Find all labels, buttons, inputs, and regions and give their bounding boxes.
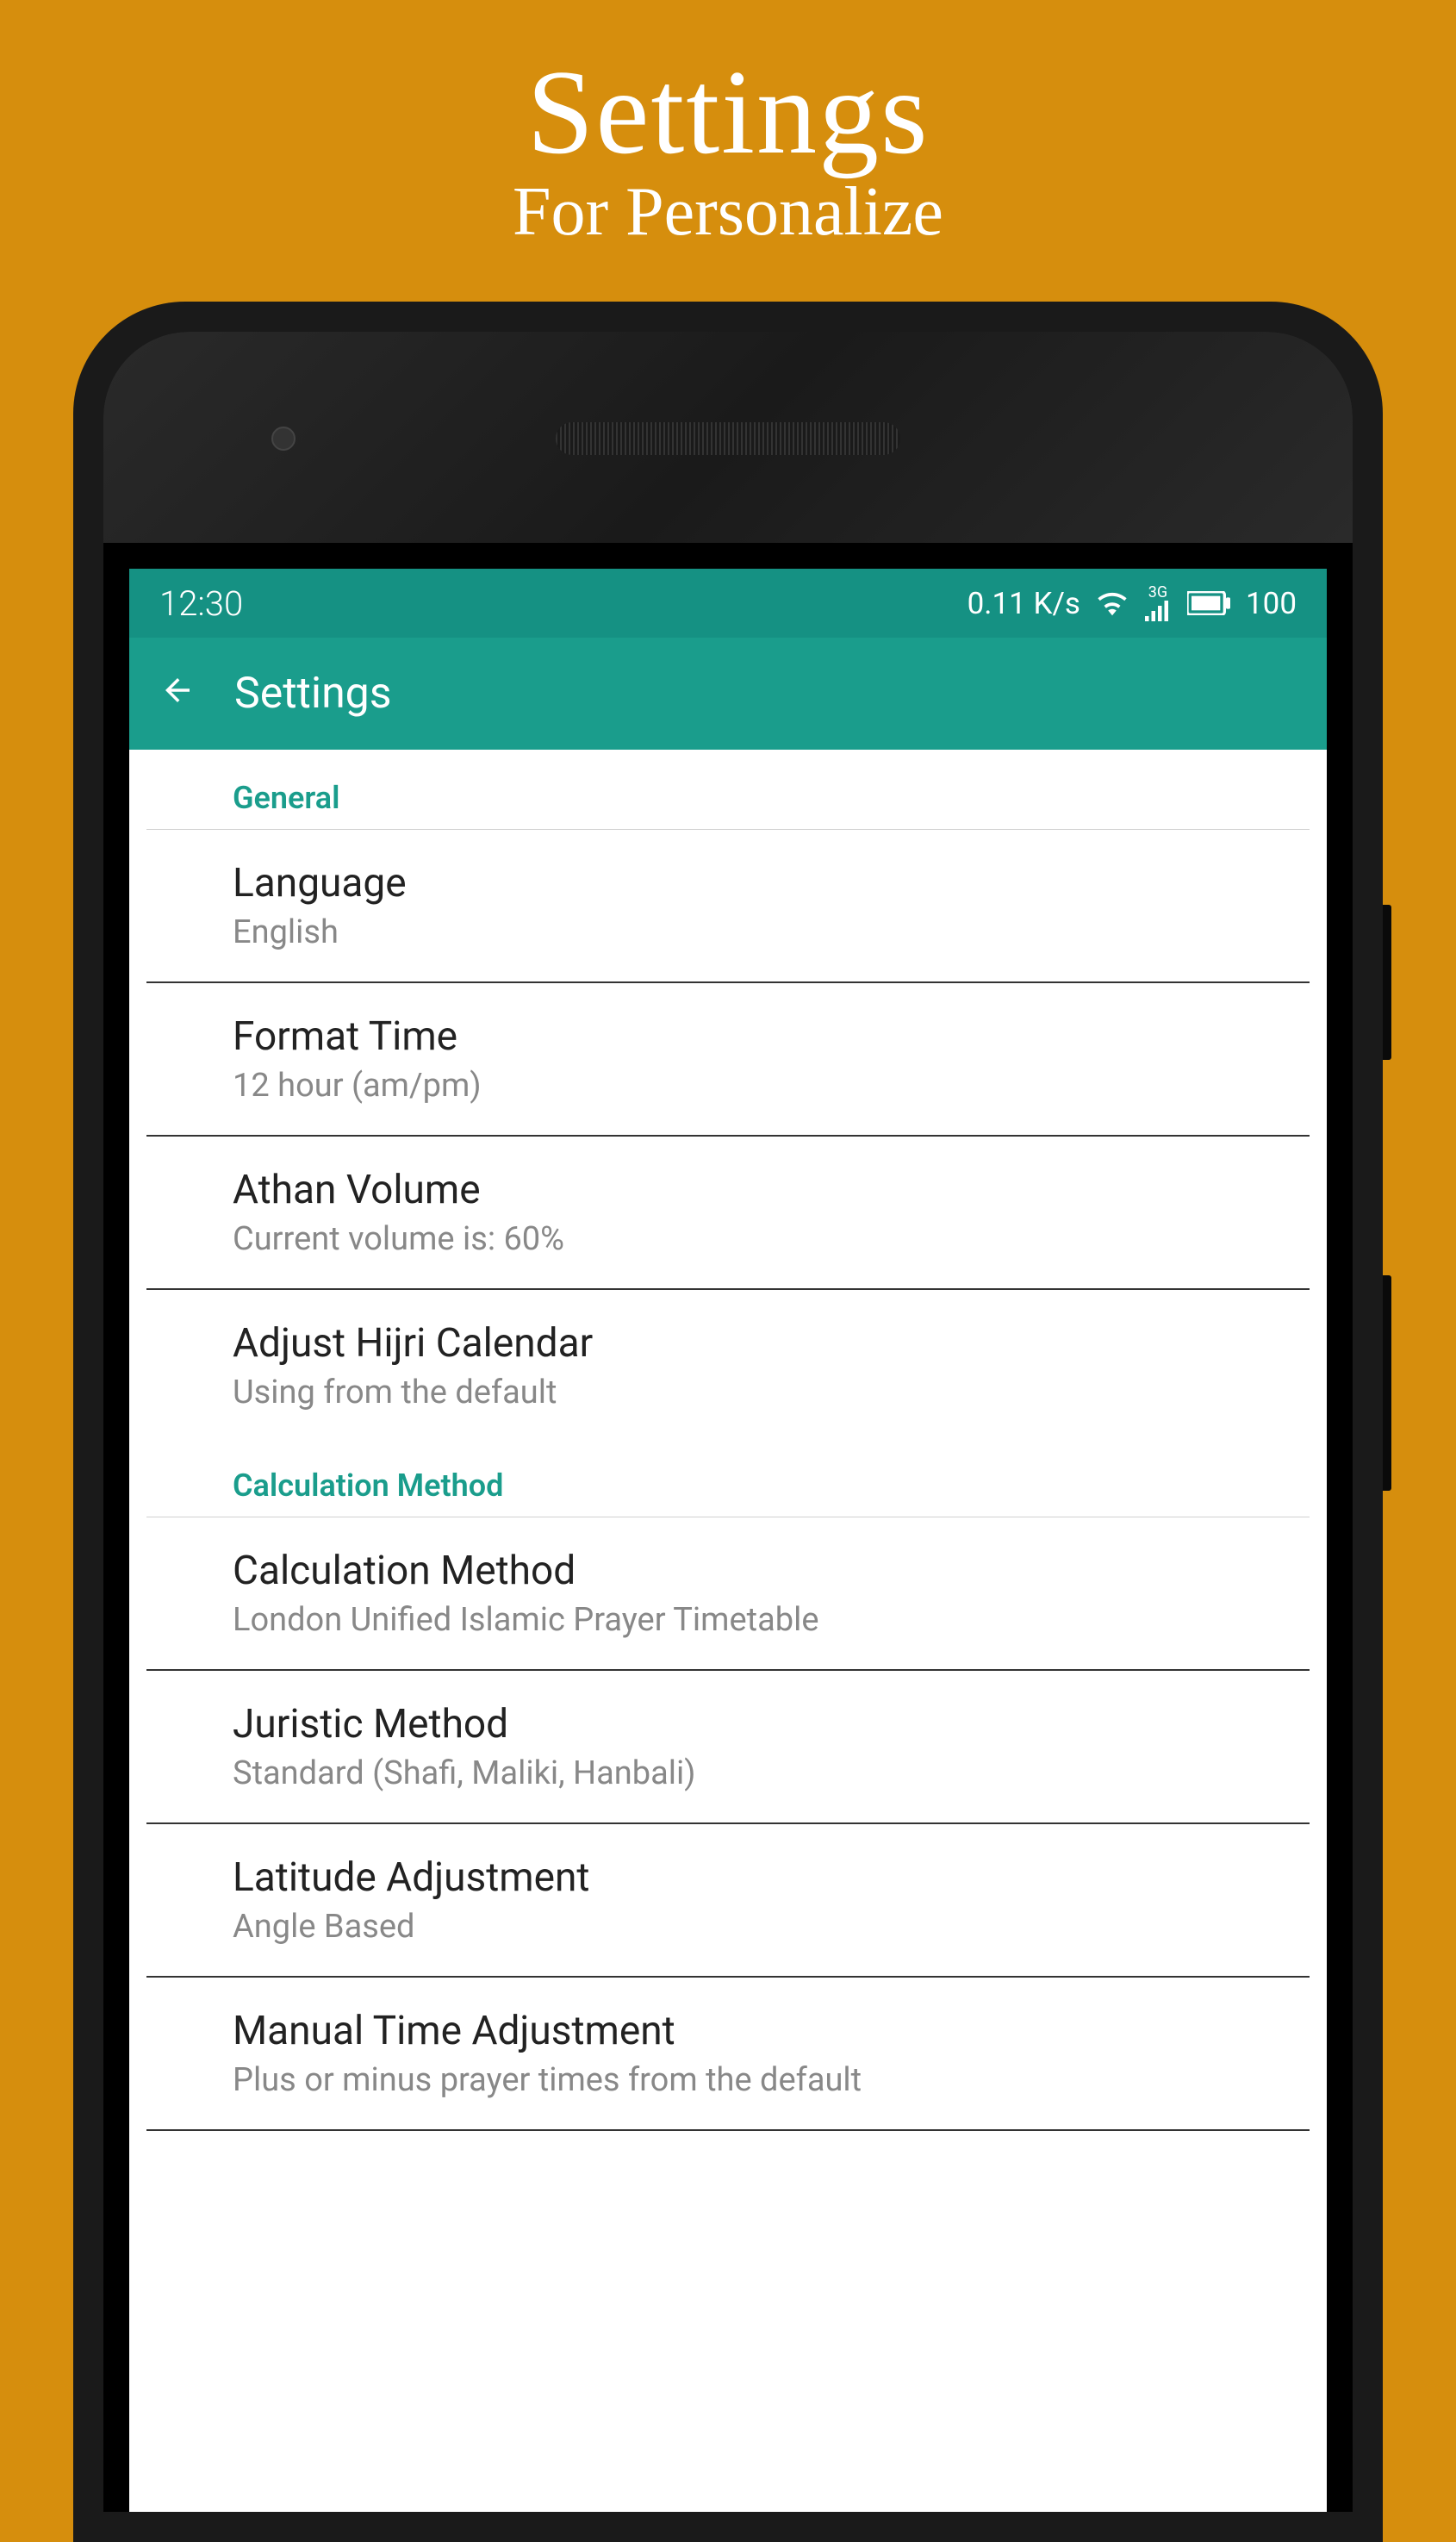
setting-format-time[interactable]: Format Time 12 hour (am/pm) xyxy=(146,983,1310,1137)
page-title: Settings xyxy=(234,669,392,719)
promo-subtitle: For Personalize xyxy=(0,173,1456,252)
setting-title: Format Time xyxy=(233,1013,1223,1060)
battery-percent: 100 xyxy=(1246,586,1297,621)
data-rate: 0.11 K/s xyxy=(968,586,1080,621)
setting-value: Standard (Shafi, Maliki, Hanbali) xyxy=(233,1754,1223,1792)
settings-list[interactable]: General Language English Format Time 12 … xyxy=(129,750,1327,2131)
setting-value: 12 hour (am/pm) xyxy=(233,1067,1223,1105)
setting-value: English xyxy=(233,913,1223,951)
status-bar: 12:30 0.11 K/s 3G 100 xyxy=(129,569,1327,638)
setting-athan-volume[interactable]: Athan Volume Current volume is: 60% xyxy=(146,1137,1310,1290)
phone-screen: 12:30 0.11 K/s 3G 100 xyxy=(129,569,1327,2512)
power-button xyxy=(1383,905,1391,1060)
setting-title: Calculation Method xyxy=(233,1548,1223,1594)
status-indicators: 0.11 K/s 3G 100 xyxy=(968,585,1297,621)
setting-title: Latitude Adjustment xyxy=(233,1854,1223,1901)
setting-juristic-method[interactable]: Juristic Method Standard (Shafi, Maliki,… xyxy=(146,1671,1310,1824)
setting-language[interactable]: Language English xyxy=(146,830,1310,983)
setting-title: Athan Volume xyxy=(233,1167,1223,1213)
setting-title: Manual Time Adjustment xyxy=(233,2008,1223,2054)
app-header: Settings xyxy=(129,638,1327,750)
setting-value: London Unified Islamic Prayer Timetable xyxy=(233,1601,1223,1639)
setting-latitude-adjustment[interactable]: Latitude Adjustment Angle Based xyxy=(146,1824,1310,1978)
volume-button xyxy=(1383,1275,1391,1491)
promo-header: Settings For Personalize xyxy=(0,0,1456,252)
setting-value: Using from the default xyxy=(233,1374,1223,1411)
phone-frame: 12:30 0.11 K/s 3G 100 xyxy=(73,302,1383,2542)
network-indicator: 3G xyxy=(1144,585,1172,621)
speaker-icon xyxy=(556,422,900,455)
section-header-general: General xyxy=(146,750,1310,830)
setting-manual-time-adjustment[interactable]: Manual Time Adjustment Plus or minus pra… xyxy=(146,1978,1310,2131)
setting-title: Language xyxy=(233,860,1223,907)
setting-value: Angle Based xyxy=(233,1908,1223,1946)
phone-inner: 12:30 0.11 K/s 3G 100 xyxy=(103,332,1353,2512)
section-header-calculation: Calculation Method xyxy=(146,1442,1310,1517)
setting-title: Juristic Method xyxy=(233,1701,1223,1748)
setting-calculation-method[interactable]: Calculation Method London Unified Islami… xyxy=(146,1517,1310,1671)
wifi-icon xyxy=(1096,590,1129,616)
setting-value: Plus or minus prayer times from the defa… xyxy=(233,2061,1223,2099)
promo-title: Settings xyxy=(0,43,1456,182)
setting-title: Adjust Hijri Calendar xyxy=(233,1320,1223,1367)
status-time: 12:30 xyxy=(159,583,968,624)
back-arrow-icon[interactable] xyxy=(159,670,196,719)
battery-icon xyxy=(1187,591,1230,615)
phone-bezel-top xyxy=(103,332,1353,543)
setting-value: Current volume is: 60% xyxy=(233,1220,1223,1258)
setting-hijri-calendar[interactable]: Adjust Hijri Calendar Using from the def… xyxy=(146,1290,1310,1442)
camera-icon xyxy=(271,427,296,451)
